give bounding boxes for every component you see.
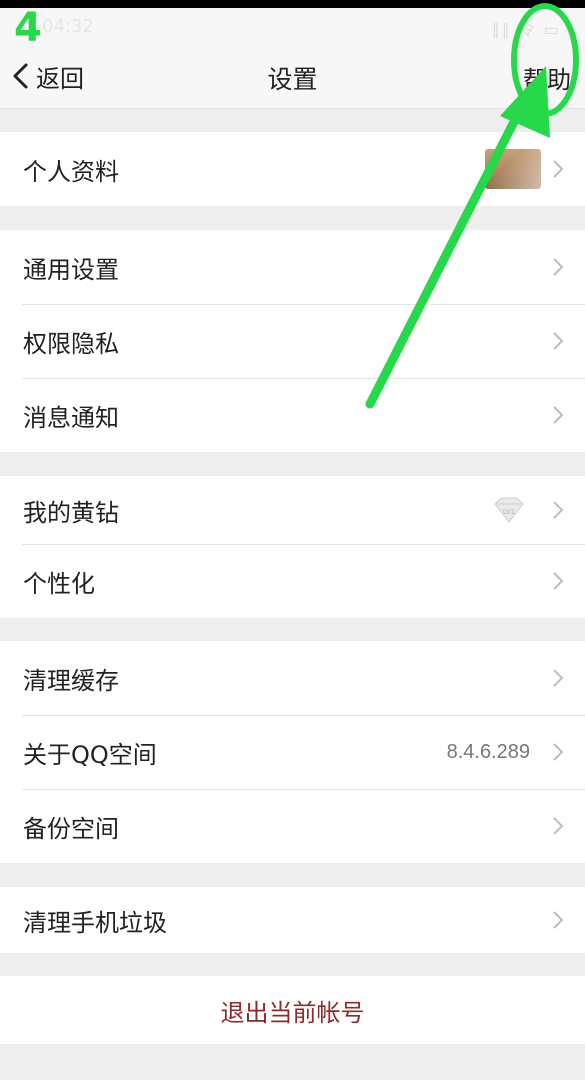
chevron-right-icon xyxy=(553,332,564,350)
chevron-right-icon xyxy=(553,743,564,761)
logout-label: 退出当前帐号 xyxy=(220,998,365,1027)
row-label: 个人资料 xyxy=(23,157,119,186)
row-yellow-diamond[interactable]: 我的黄钻 LV1 xyxy=(0,476,585,544)
settings-group-general: 通用设置 权限隐私 消息通知 xyxy=(0,230,585,452)
row-profile[interactable]: 个人资料 xyxy=(0,132,585,206)
row-label: 消息通知 xyxy=(23,403,119,432)
settings-group-cleaner: 清理手机垃圾 xyxy=(0,887,585,953)
settings-group-vip: 我的黄钻 LV1 个性化 xyxy=(0,476,585,618)
page-title: 设置 xyxy=(267,65,318,94)
chevron-right-icon xyxy=(553,160,564,178)
settings-group-storage: 清理缓存 关于QQ空间 8.4.6.289 备份空间 xyxy=(0,641,585,863)
status-time: 04:32 xyxy=(42,16,94,37)
row-general-settings[interactable]: 通用设置 xyxy=(0,230,585,304)
svg-text:LV1: LV1 xyxy=(503,508,515,516)
row-label: 通用设置 xyxy=(23,255,119,284)
row-label: 个性化 xyxy=(23,569,95,598)
row-privacy[interactable]: 权限隐私 xyxy=(0,304,585,378)
top-black-bar xyxy=(0,0,585,8)
row-label: 备份空间 xyxy=(23,814,119,843)
row-backup[interactable]: 备份空间 xyxy=(0,789,585,863)
chevron-right-icon xyxy=(553,406,564,424)
avatar-highlight xyxy=(485,147,541,191)
row-label: 清理缓存 xyxy=(23,666,119,695)
diamond-icon: LV1 xyxy=(494,497,524,523)
row-clear-cache[interactable]: 清理缓存 xyxy=(0,641,585,715)
row-label: 权限隐私 xyxy=(23,329,119,358)
row-label: 我的黄钻 xyxy=(23,498,119,527)
row-label: 关于QQ空间 xyxy=(23,740,157,769)
chevron-right-icon xyxy=(553,669,564,687)
row-phone-cleaner[interactable]: 清理手机垃圾 xyxy=(0,887,585,953)
chevron-right-icon xyxy=(553,501,564,519)
nav-bar: 返回 设置 帮助 xyxy=(0,44,585,109)
settings-group-profile: 个人资料 xyxy=(0,132,585,206)
help-button[interactable]: 帮助 xyxy=(523,60,571,95)
row-label: 清理手机垃圾 xyxy=(23,908,167,937)
logout-button[interactable]: 退出当前帐号 xyxy=(0,976,585,1044)
status-bar: 04:32 ∥∥ 令 ▭ xyxy=(0,8,585,44)
chevron-right-icon xyxy=(553,258,564,276)
row-notifications[interactable]: 消息通知 xyxy=(0,378,585,452)
step-number: 4 xyxy=(14,5,42,51)
chevron-right-icon xyxy=(553,572,564,590)
version-value: 8.4.6.289 xyxy=(446,740,530,763)
chevron-right-icon xyxy=(553,817,564,835)
chevron-right-icon xyxy=(553,911,564,929)
row-about[interactable]: 关于QQ空间 8.4.6.289 xyxy=(0,715,585,789)
row-personalization[interactable]: 个性化 xyxy=(0,544,585,618)
status-icons: ∥∥ 令 ▭ xyxy=(491,20,561,39)
